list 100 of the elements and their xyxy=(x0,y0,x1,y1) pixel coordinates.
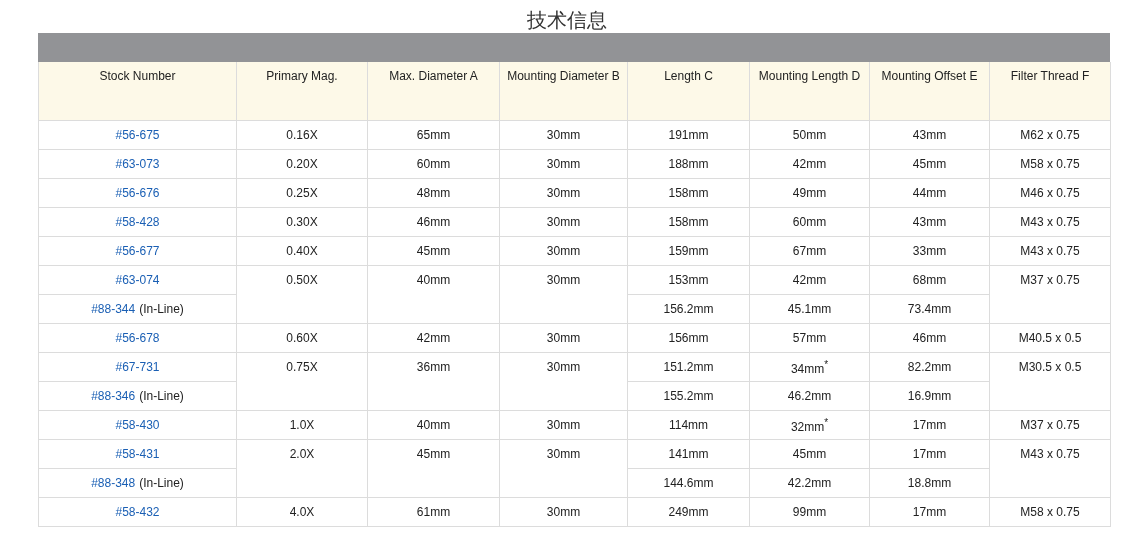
table-cell: 46mm xyxy=(869,323,990,353)
table-cell: 50mm xyxy=(749,120,870,150)
table-cell: 40mm xyxy=(367,410,500,440)
table-cell: 68mm xyxy=(869,265,990,295)
table-cell: 67mm xyxy=(749,236,870,266)
table-cell: 30mm xyxy=(499,178,628,208)
table-cell: M58 x 0.75 xyxy=(989,149,1111,179)
table-cell: 45mm xyxy=(367,236,500,266)
stock-number-link[interactable]: #88-346 xyxy=(91,389,136,403)
table-cell: 36mm xyxy=(367,352,500,411)
stock-number-link[interactable]: #56-676 xyxy=(115,186,160,200)
table-cell: 34mm$^{*}$ xyxy=(749,352,870,382)
table-cell: 17mm xyxy=(869,439,990,469)
table-cell: 48mm xyxy=(367,178,500,208)
table-cell: 60mm xyxy=(367,149,500,179)
table-cell: 0.60X xyxy=(236,323,368,353)
table-cell: M43 x 0.75 xyxy=(989,439,1111,498)
table-cell: M43 x 0.75 xyxy=(989,207,1111,237)
table-cell: 60mm xyxy=(749,207,870,237)
table-cell: 82.2mm xyxy=(869,352,990,382)
table-cell: 17mm xyxy=(869,497,990,527)
table-cell: 155.2mm xyxy=(627,381,750,411)
column-header: Primary Mag. xyxy=(236,62,368,121)
stock-number-link[interactable]: #88-344 xyxy=(91,302,136,316)
table-cell: 49mm xyxy=(749,178,870,208)
table-cell: 42mm xyxy=(749,265,870,295)
table-cell: 0.25X xyxy=(236,178,368,208)
table-cell: 0.16X xyxy=(236,120,368,150)
table-cell: M37 x 0.75 xyxy=(989,265,1111,324)
table-cell: 57mm xyxy=(749,323,870,353)
table-cell: 61mm xyxy=(367,497,500,527)
table-cell: 42mm xyxy=(749,149,870,179)
table-cell: 30mm xyxy=(499,120,628,150)
column-header: Stock Number xyxy=(38,62,237,121)
table-cell: 99mm xyxy=(749,497,870,527)
table-cell: M58 x 0.75 xyxy=(989,497,1111,527)
table-cell: 0.50X xyxy=(236,265,368,324)
table-cell: 32mm$^{*}$ xyxy=(749,410,870,440)
table-cell: 45.1mm xyxy=(749,294,870,324)
table-cell: 44mm xyxy=(869,178,990,208)
table-cell: 43mm xyxy=(869,207,990,237)
table-cell: 46mm xyxy=(367,207,500,237)
table-cell: 153mm xyxy=(627,265,750,295)
table-cell: 45mm xyxy=(869,149,990,179)
stock-number-link[interactable]: #58-431 xyxy=(115,447,160,461)
table-cell: 0.20X xyxy=(236,149,368,179)
table-cell: 30mm xyxy=(499,207,628,237)
table-cell: 30mm xyxy=(499,149,628,179)
column-header: Max. Diameter A xyxy=(367,62,500,121)
stock-number-link[interactable]: #63-073 xyxy=(115,157,160,171)
table-cell: 17mm xyxy=(869,410,990,440)
table-cell: 156.2mm xyxy=(627,294,750,324)
table-cell: 188mm xyxy=(627,149,750,179)
table-cell: 159mm xyxy=(627,236,750,266)
table-cell: 141mm xyxy=(627,439,750,469)
table-cell: 114mm xyxy=(627,410,750,440)
in-line-note: (In-Line) xyxy=(139,302,184,316)
stock-number-link[interactable]: #67-731 xyxy=(115,360,160,374)
stock-number-link[interactable]: #58-430 xyxy=(115,418,160,432)
table-cell: 45mm xyxy=(367,439,500,498)
column-header: Mounting Offset E xyxy=(869,62,990,121)
stock-number-link[interactable]: #58-432 xyxy=(115,505,160,519)
table-cell: M62 x 0.75 xyxy=(989,120,1111,150)
table-cell: 42.2mm xyxy=(749,468,870,498)
table-cell: 30mm xyxy=(499,352,628,411)
table-cell: 156mm xyxy=(627,323,750,353)
in-line-note: (In-Line) xyxy=(139,476,184,490)
table-cell: 30mm xyxy=(499,497,628,527)
table-cell: 30mm xyxy=(499,410,628,440)
table-cell: 191mm xyxy=(627,120,750,150)
table-cell: 33mm xyxy=(869,236,990,266)
table-cell: 45mm xyxy=(749,439,870,469)
column-header: Length C xyxy=(627,62,750,121)
table-cell: 0.40X xyxy=(236,236,368,266)
stock-number-link[interactable]: #56-678 xyxy=(115,331,160,345)
table-cell: 249mm xyxy=(627,497,750,527)
table-cell: 158mm xyxy=(627,178,750,208)
stock-number-link[interactable]: #56-677 xyxy=(115,244,160,258)
table-cell: M40.5 x 0.5 xyxy=(989,323,1111,353)
table-cell: M37 x 0.75 xyxy=(989,410,1111,440)
table-cell: 30mm xyxy=(499,439,628,498)
stock-number-link[interactable]: #58-428 xyxy=(115,215,160,229)
table-cell: 4.0X xyxy=(236,497,368,527)
column-header: Mounting Diameter B xyxy=(499,62,628,121)
column-header: Filter Thread F xyxy=(989,62,1111,121)
table-cell: 158mm xyxy=(627,207,750,237)
stock-number-link[interactable]: #88-348 xyxy=(91,476,136,490)
table-cell: 40mm xyxy=(367,265,500,324)
table-cell: 42mm xyxy=(367,323,500,353)
stock-number-link[interactable]: #56-675 xyxy=(115,128,160,142)
table-cell: M46 x 0.75 xyxy=(989,178,1111,208)
table-cell: 0.75X xyxy=(236,352,368,411)
table-cell: 1.0X xyxy=(236,410,368,440)
table-cell: M43 x 0.75 xyxy=(989,236,1111,266)
table-cell: 43mm xyxy=(869,120,990,150)
column-header: Mounting Length D xyxy=(749,62,870,121)
table-cell: 30mm xyxy=(499,323,628,353)
stock-number-link[interactable]: #63-074 xyxy=(115,273,160,287)
table-cell: 65mm xyxy=(367,120,500,150)
table-cell: 30mm xyxy=(499,265,628,324)
